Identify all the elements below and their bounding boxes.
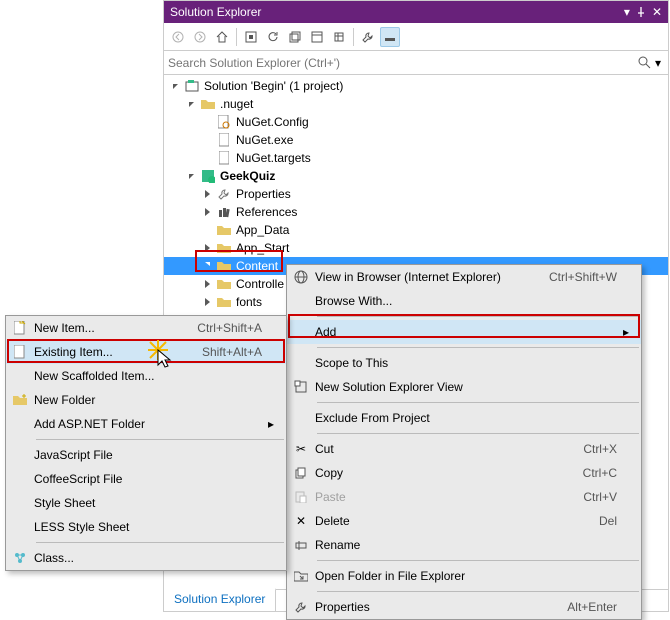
menu-scaffolded-item[interactable]: New Scaffolded Item...: [6, 364, 286, 388]
properties-button[interactable]: [329, 27, 349, 47]
menu-aspnet-folder[interactable]: Add ASP.NET Folder▸: [6, 412, 286, 436]
search-caret-icon[interactable]: ▾: [652, 56, 664, 70]
tree-nuget-targets[interactable]: NuGet.targets: [164, 149, 668, 167]
search-row: ▾: [164, 51, 668, 75]
show-all-button[interactable]: [307, 27, 327, 47]
tree-solution[interactable]: Solution 'Begin' (1 project): [164, 77, 668, 95]
folder-icon: [216, 294, 232, 310]
scissors-icon: ✂: [287, 442, 315, 456]
scope-button[interactable]: [241, 27, 261, 47]
folder-icon: [200, 96, 216, 112]
open-folder-icon: [287, 570, 315, 582]
forward-button[interactable]: [190, 27, 210, 47]
menu-properties[interactable]: PropertiesAlt+Enter: [287, 595, 641, 619]
rename-icon: [287, 539, 315, 551]
tree-nuget-folder[interactable]: .nuget: [164, 95, 668, 113]
file-icon: [216, 150, 232, 166]
cursor-icon: [148, 340, 178, 370]
dropdown-icon[interactable]: ▾: [624, 5, 630, 19]
submenu-arrow-icon: ▸: [621, 325, 631, 339]
menu-delete[interactable]: ✕ DeleteDel: [287, 509, 641, 533]
tree-project[interactable]: GeekQuiz: [164, 167, 668, 185]
submenu-arrow-icon: ▸: [266, 417, 276, 431]
menu-rename[interactable]: Rename: [287, 533, 641, 557]
wrench-button[interactable]: [358, 27, 378, 47]
refresh-button[interactable]: [263, 27, 283, 47]
new-item-icon: [6, 321, 34, 335]
wrench-icon: [287, 601, 315, 613]
tree-appstart[interactable]: App_Start: [164, 239, 668, 257]
folder-icon: [216, 222, 232, 238]
folder-icon: [216, 240, 232, 256]
toolbar: [164, 23, 668, 51]
menu-view-browser[interactable]: View in Browser (Internet Explorer) Ctrl…: [287, 265, 641, 289]
new-folder-icon: [6, 394, 34, 406]
panel-title: Solution Explorer: [170, 5, 624, 19]
menu-class[interactable]: Class...: [6, 546, 286, 570]
csharp-project-icon: [200, 168, 216, 184]
menu-new-item[interactable]: New Item...Ctrl+Shift+A: [6, 316, 286, 340]
config-icon: [216, 114, 232, 130]
references-icon: [216, 204, 232, 220]
context-menu-add: New Item...Ctrl+Shift+A Existing Item...…: [5, 315, 287, 571]
menu-add[interactable]: Add▸: [287, 320, 641, 344]
new-view-icon: [287, 380, 315, 394]
globe-icon: [287, 270, 315, 284]
tree-references[interactable]: References: [164, 203, 668, 221]
file-icon: [216, 132, 232, 148]
menu-js-file[interactable]: JavaScript File: [6, 443, 286, 467]
menu-existing-item[interactable]: Existing Item...Shift+Alt+A: [6, 340, 286, 364]
solution-icon: [184, 78, 200, 94]
search-icon[interactable]: [638, 56, 652, 70]
menu-new-solution-view[interactable]: New Solution Explorer View: [287, 375, 641, 399]
delete-icon: ✕: [287, 514, 315, 528]
menu-exclude[interactable]: Exclude From Project: [287, 406, 641, 430]
collapse-all-button[interactable]: [285, 27, 305, 47]
context-menu-main: View in Browser (Internet Explorer) Ctrl…: [286, 264, 642, 620]
menu-coffee-file[interactable]: CoffeeScript File: [6, 467, 286, 491]
paste-icon: [287, 491, 315, 503]
tree-properties[interactable]: Properties: [164, 185, 668, 203]
menu-cut[interactable]: ✂ CutCtrl+X: [287, 437, 641, 461]
tree-appdata[interactable]: App_Data: [164, 221, 668, 239]
menu-scope-to-this[interactable]: Scope to This: [287, 351, 641, 375]
back-button[interactable]: [168, 27, 188, 47]
copy-icon: [287, 467, 315, 479]
folder-icon: [216, 258, 232, 274]
menu-browse-with[interactable]: Browse With...: [287, 289, 641, 313]
panel-header: Solution Explorer ▾ ✕: [164, 1, 668, 23]
tab-solution-explorer[interactable]: Solution Explorer: [164, 588, 276, 611]
pin-icon[interactable]: [636, 7, 646, 17]
search-input[interactable]: [168, 53, 638, 73]
home-button[interactable]: [212, 27, 232, 47]
menu-new-folder[interactable]: New Folder: [6, 388, 286, 412]
menu-less-sheet[interactable]: LESS Style Sheet: [6, 515, 286, 539]
class-icon: [6, 551, 34, 565]
menu-paste: PasteCtrl+V: [287, 485, 641, 509]
folder-icon: [216, 276, 232, 292]
menu-open-folder[interactable]: Open Folder in File Explorer: [287, 564, 641, 588]
menu-copy[interactable]: CopyCtrl+C: [287, 461, 641, 485]
existing-item-icon: [6, 345, 34, 359]
preview-button[interactable]: [380, 27, 400, 47]
wrench-icon: [216, 186, 232, 202]
close-icon[interactable]: ✕: [652, 5, 662, 19]
tree-nuget-config[interactable]: NuGet.Config: [164, 113, 668, 131]
menu-style-sheet[interactable]: Style Sheet: [6, 491, 286, 515]
tree-nuget-exe[interactable]: NuGet.exe: [164, 131, 668, 149]
